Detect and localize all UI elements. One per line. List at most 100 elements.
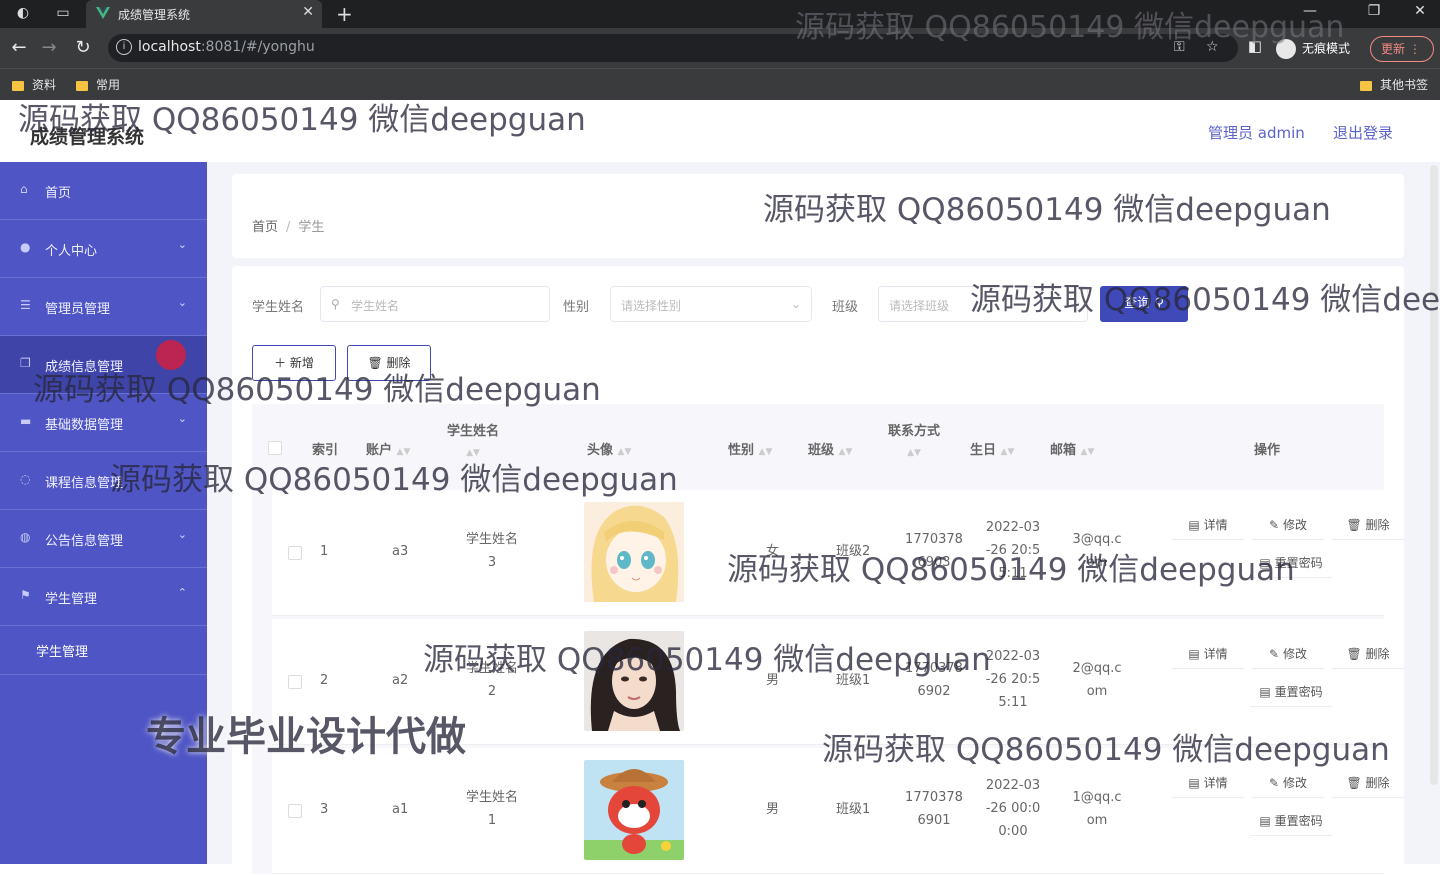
folder-icon [76,80,88,91]
bookmark-folder-1[interactable]: 常用 [76,76,120,93]
cell-name: 学生姓名 1 [465,790,518,828]
sort-icon[interactable]: ▲▼ [1001,447,1015,457]
watermark: 源码获取 QQ86050149 微信deepguan [822,732,1390,768]
sidebar-item-notices[interactable]: ◍ 公告信息管理 ⌄ [0,510,207,568]
chevron-down-icon: ⌄ [177,238,187,251]
breadcrumb-home[interactable]: 首页 [252,220,278,235]
sort-icon[interactable]: ▲▼ [907,448,921,458]
header-class[interactable]: 班级 ▲▼ [808,439,852,458]
select-all-checkbox[interactable] [268,441,282,455]
delete-button[interactable]: 🗑 删除 [1332,510,1404,540]
cell-phone: 1770378 6901 [905,790,963,828]
row-checkbox[interactable] [288,675,302,689]
flag-icon: ⚑ [20,588,31,602]
class-filter-label: 班级 [832,300,859,315]
home-icon: ⌂ [20,182,28,196]
gender-select[interactable]: 请选择性别 ⌄ [610,286,812,322]
edit-button[interactable]: ✎ 修改 [1252,768,1324,798]
cell-index: 3 [320,802,329,817]
other-bookmarks[interactable]: 其他书签 [1360,76,1428,93]
watermark: 源码获取 QQ86050149 微信deepguan [110,462,678,498]
logout-link[interactable]: 退出登录 [1333,122,1393,143]
watermark: 源码获取 QQ86050149 微信deepguan [970,282,1440,318]
watermark: 源码获取 QQ86050149 微信deepguan [33,372,601,408]
browser-menu-icon[interactable]: ◐ [14,5,32,23]
trash-icon: 🗑 [1346,647,1362,661]
back-icon[interactable]: ← [8,37,30,58]
watermark: 源码获取 QQ86050149 微信deepguan [795,10,1345,45]
watermark: 源码获取 QQ86050149 微信deepguan [763,192,1331,228]
submenu-student-management[interactable]: 学生管理 [0,623,207,675]
document-icon: ▤ [1259,685,1271,699]
header-gender[interactable]: 性别 ▲▼ [728,439,772,458]
cell-class: 班级1 [836,802,871,817]
header-birthday[interactable]: 生日 ▲▼ [970,439,1014,458]
detail-button[interactable]: ▤ 详情 [1172,768,1244,798]
chevron-down-icon: ⌄ [177,412,187,425]
search-icon: ⚲ [331,297,340,311]
cell-index: 1 [320,544,329,559]
document-icon: ▤ [1188,776,1200,790]
sidebar-item-students[interactable]: ⚑ 学生管理 ⌃ [0,568,207,626]
name-search-input[interactable]: ⚲ 学生姓名 [320,286,550,322]
forward-icon[interactable]: → [38,37,60,58]
watermark: 源码获取 QQ86050149 微信deepguan [423,642,991,678]
globe-icon: ◍ [20,530,31,544]
browser-tab[interactable]: 成绩管理系统 ✕ [86,0,322,28]
user-icon: ● [20,240,31,254]
chevron-down-icon: ⌄ [177,528,187,541]
detail-button[interactable]: ▤ 详情 [1172,510,1244,540]
screen-icon: ▬ [20,414,32,428]
sidebar-item-home[interactable]: ⌂ 首页 [0,162,207,220]
delete-button[interactable]: 🗑 删除 [1332,639,1404,669]
detail-button[interactable]: ▤ 详情 [1172,639,1244,669]
reset-password-button[interactable]: ▤ 重置密码 [1250,806,1332,836]
sort-icon[interactable]: ▲▼ [839,447,853,457]
tab-title: 成绩管理系统 [118,8,191,22]
sidebar-item-profile[interactable]: ● 个人中心 ⌄ [0,220,207,278]
reset-password-button[interactable]: ▤ 重置密码 [1250,677,1332,707]
reload-icon[interactable]: ↻ [72,37,94,58]
promo-watermark: 专业毕业设计代做 [146,714,466,760]
breadcrumb: 首页 / 学生 [252,220,325,235]
avatar [584,502,684,602]
header-ops: 操作 [1254,443,1281,458]
header-email[interactable]: 邮箱 ▲▼ [1050,439,1094,458]
sort-icon[interactable]: ▲▼ [1081,447,1095,457]
cell-gender: 男 [766,802,780,817]
header-contact[interactable]: 联系方式 ▲▼ [884,422,944,463]
cell-index: 2 [320,673,329,688]
edit-button[interactable]: ✎ 修改 [1252,510,1324,540]
sidebar-item-admins[interactable]: ☰ 管理员管理 ⌄ [0,278,207,336]
document-icon: ▤ [1188,647,1200,661]
tab-close-icon[interactable]: ✕ [302,4,314,20]
pencil-icon: ✎ [1269,518,1280,532]
delete-button[interactable]: 🗑 删除 [1332,768,1404,798]
url-path: :8081/#/yonghu [200,39,315,55]
url-host: localhost [138,39,201,55]
avatar [584,760,684,860]
cell-account: a1 [392,802,409,817]
row-checkbox[interactable] [288,804,302,818]
tab-search-icon[interactable]: ▭ [54,5,72,23]
restore-icon[interactable]: ❐ [1354,3,1394,19]
folder-icon [12,80,24,91]
chevron-up-icon: ⌃ [177,586,187,599]
current-user[interactable]: 管理员 admin [1208,122,1305,143]
watermark: 源码获取 QQ86050149 微信deepguan [18,102,586,138]
chevron-down-icon: ⌄ [790,297,801,311]
name-filter-label: 学生姓名 [252,300,305,315]
update-button[interactable]: 更新 ⋮ [1370,36,1434,62]
pencil-icon: ✎ [1269,776,1280,790]
site-info-icon[interactable]: i [116,39,132,55]
page-scrollbar[interactable] [1430,165,1438,785]
trash-icon: 🗑 [1346,776,1362,790]
row-checkbox[interactable] [288,546,302,560]
edit-button[interactable]: ✎ 修改 [1252,639,1324,669]
sort-icon[interactable]: ▲▼ [759,447,773,457]
new-tab-icon[interactable]: + [336,2,353,26]
gender-filter-label: 性别 [563,300,590,315]
window-close-icon[interactable]: ✕ [1400,3,1440,19]
vue-logo-icon [96,7,110,19]
bookmark-folder-0[interactable]: 资料 [12,76,56,93]
